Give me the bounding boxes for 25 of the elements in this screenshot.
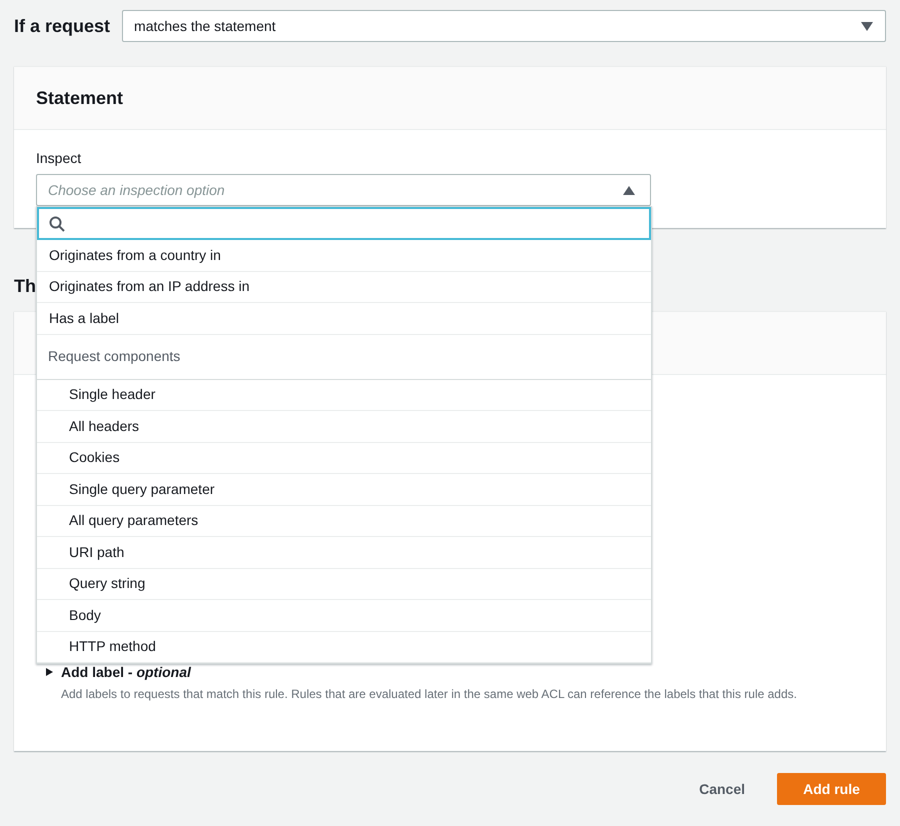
- dropdown-option[interactable]: All query parameters: [37, 506, 651, 537]
- expander-title[interactable]: Add label - optional: [61, 662, 191, 682]
- caret-down-icon: [861, 22, 873, 30]
- cancel-button[interactable]: Cancel: [699, 778, 745, 800]
- condition-select[interactable]: matches the statement: [122, 10, 886, 42]
- dropdown-option[interactable]: URI path: [37, 537, 651, 568]
- dropdown-option[interactable]: Single header: [37, 380, 651, 411]
- dropdown-option[interactable]: Body: [37, 600, 651, 632]
- description-text: Add labels to requests that match this rule. Rules that are evaluated later in the same web ACL can reference the labels that this rule adds.: [61, 686, 798, 703]
- panel-title: Statement: [36, 86, 124, 110]
- dropdown-option[interactable]: Single query parameter: [37, 474, 651, 506]
- dropdown-option[interactable]: Originates from an IP address in: [37, 272, 651, 303]
- search-icon: [49, 216, 65, 232]
- dropdown-option[interactable]: HTTP method: [37, 632, 651, 663]
- dropdown-option[interactable]: Originates from a country in: [37, 240, 651, 272]
- caret-up-icon: [623, 186, 635, 194]
- dropdown-option[interactable]: Has a label: [37, 303, 651, 334]
- dropdown-option[interactable]: All headers: [37, 411, 651, 442]
- section-heading: Th: [14, 275, 36, 298]
- option-group-label: Request components: [37, 334, 651, 380]
- dropdown-option[interactable]: Query string: [37, 568, 651, 600]
- search-field[interactable]: [37, 207, 651, 240]
- field-label: Inspect: [36, 149, 82, 168]
- condition-label: If a request: [14, 14, 110, 38]
- dropdown-option[interactable]: Cookies: [37, 442, 651, 474]
